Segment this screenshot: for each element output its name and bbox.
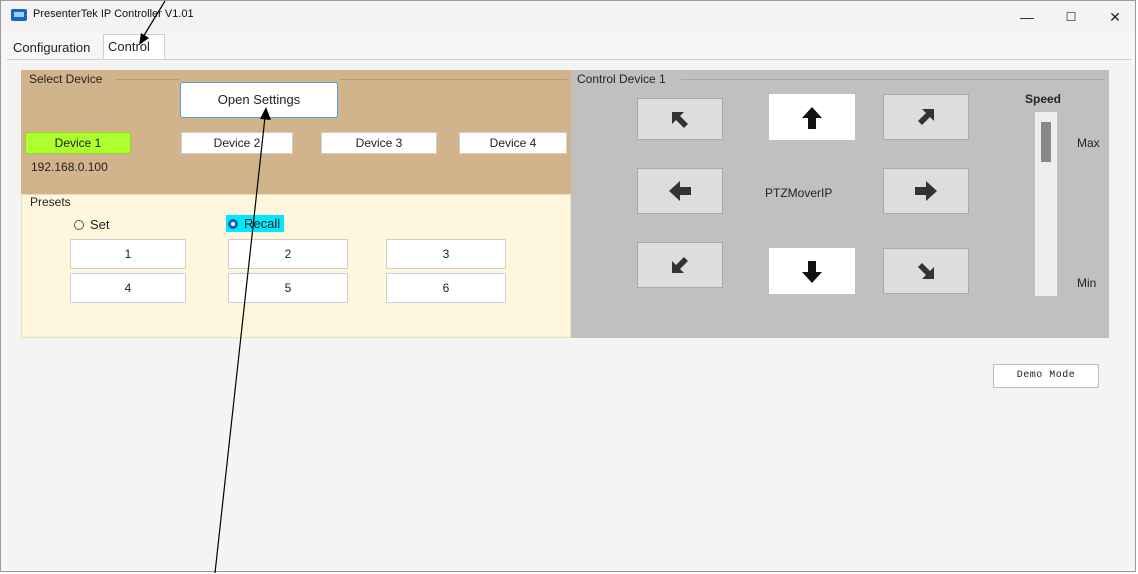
arrow-up-right-icon (918, 109, 934, 125)
device-3-button[interactable]: Device 3 (321, 132, 437, 154)
device-ip-address: 192.168.0.100 (31, 160, 108, 174)
minimize-button[interactable]: — (1007, 5, 1047, 29)
preset-4-button[interactable]: 4 (70, 273, 186, 303)
demo-mode-button[interactable]: Demo Mode (993, 364, 1099, 388)
tab-configuration[interactable]: Configuration (9, 38, 103, 58)
select-device-group: Select Device Open Settings Device 1 Dev… (21, 70, 571, 194)
pan-down-right-button[interactable] (883, 248, 969, 294)
app-window: PresenterTek IP Controller V1.01 — ☐ ✕ C… (0, 0, 1136, 573)
pan-up-right-button[interactable] (883, 94, 969, 140)
control-tab-page: Select Device Open Settings Device 1 Dev… (7, 59, 1131, 568)
set-radio-label: Set (90, 217, 110, 232)
arrow-down-right-icon (918, 263, 934, 279)
control-device-title: Control Device 1 (577, 72, 666, 86)
device-2-button[interactable]: Device 2 (181, 132, 293, 154)
tilt-up-button[interactable] (769, 94, 855, 140)
speed-slider[interactable] (1035, 112, 1057, 296)
recall-radio-label: Recall (244, 216, 281, 231)
preset-5-button[interactable]: 5 (228, 273, 348, 303)
preset-3-button[interactable]: 3 (386, 239, 506, 269)
pan-left-button[interactable] (637, 168, 723, 214)
device-4-button[interactable]: Device 4 (459, 132, 567, 154)
window-title: PresenterTek IP Controller V1.01 (33, 8, 194, 20)
pan-up-left-button[interactable] (637, 98, 723, 140)
arrow-left-icon (669, 181, 691, 201)
pan-down-left-button[interactable] (637, 242, 723, 288)
group-border-line (681, 79, 1105, 80)
preset-2-button[interactable]: 2 (228, 239, 348, 269)
app-icon (11, 9, 27, 21)
group-border-line (115, 79, 179, 80)
device-1-button[interactable]: Device 1 (25, 132, 131, 154)
speed-slider-thumb[interactable] (1041, 122, 1051, 162)
arrow-down-icon (802, 261, 822, 283)
maximize-button[interactable]: ☐ (1051, 5, 1091, 29)
speed-min-label: Min (1077, 276, 1097, 290)
speed-max-label: Max (1077, 136, 1100, 150)
control-device-group: Control Device 1 PTZMoverIP Speed Max Mi… (571, 70, 1109, 338)
close-button[interactable]: ✕ (1095, 5, 1135, 29)
presets-group: Presets Set Recall 1 2 3 4 5 6 (21, 194, 571, 338)
arrow-down-left-icon (672, 257, 688, 273)
tilt-down-button[interactable] (769, 248, 855, 294)
recall-radio[interactable]: Recall (226, 215, 285, 232)
arrow-right-icon (915, 181, 937, 201)
arrow-up-icon (802, 107, 822, 129)
tab-control[interactable]: Control (103, 34, 165, 60)
open-settings-button[interactable]: Open Settings (180, 82, 338, 118)
arrow-up-left-icon (672, 112, 688, 128)
presets-title: Presets (30, 195, 71, 209)
ptz-mover-label: PTZMoverIP (765, 186, 833, 200)
radio-unchecked-icon (74, 220, 84, 230)
pan-right-button[interactable] (883, 168, 969, 214)
group-border-line (339, 79, 567, 80)
select-device-title: Select Device (29, 72, 103, 86)
preset-1-button[interactable]: 1 (70, 239, 186, 269)
speed-label: Speed (1025, 92, 1062, 106)
preset-6-button[interactable]: 6 (386, 273, 506, 303)
set-radio[interactable]: Set (74, 217, 110, 232)
radio-checked-icon (228, 219, 238, 229)
title-bar: PresenterTek IP Controller V1.01 — ☐ ✕ (1, 1, 1135, 33)
